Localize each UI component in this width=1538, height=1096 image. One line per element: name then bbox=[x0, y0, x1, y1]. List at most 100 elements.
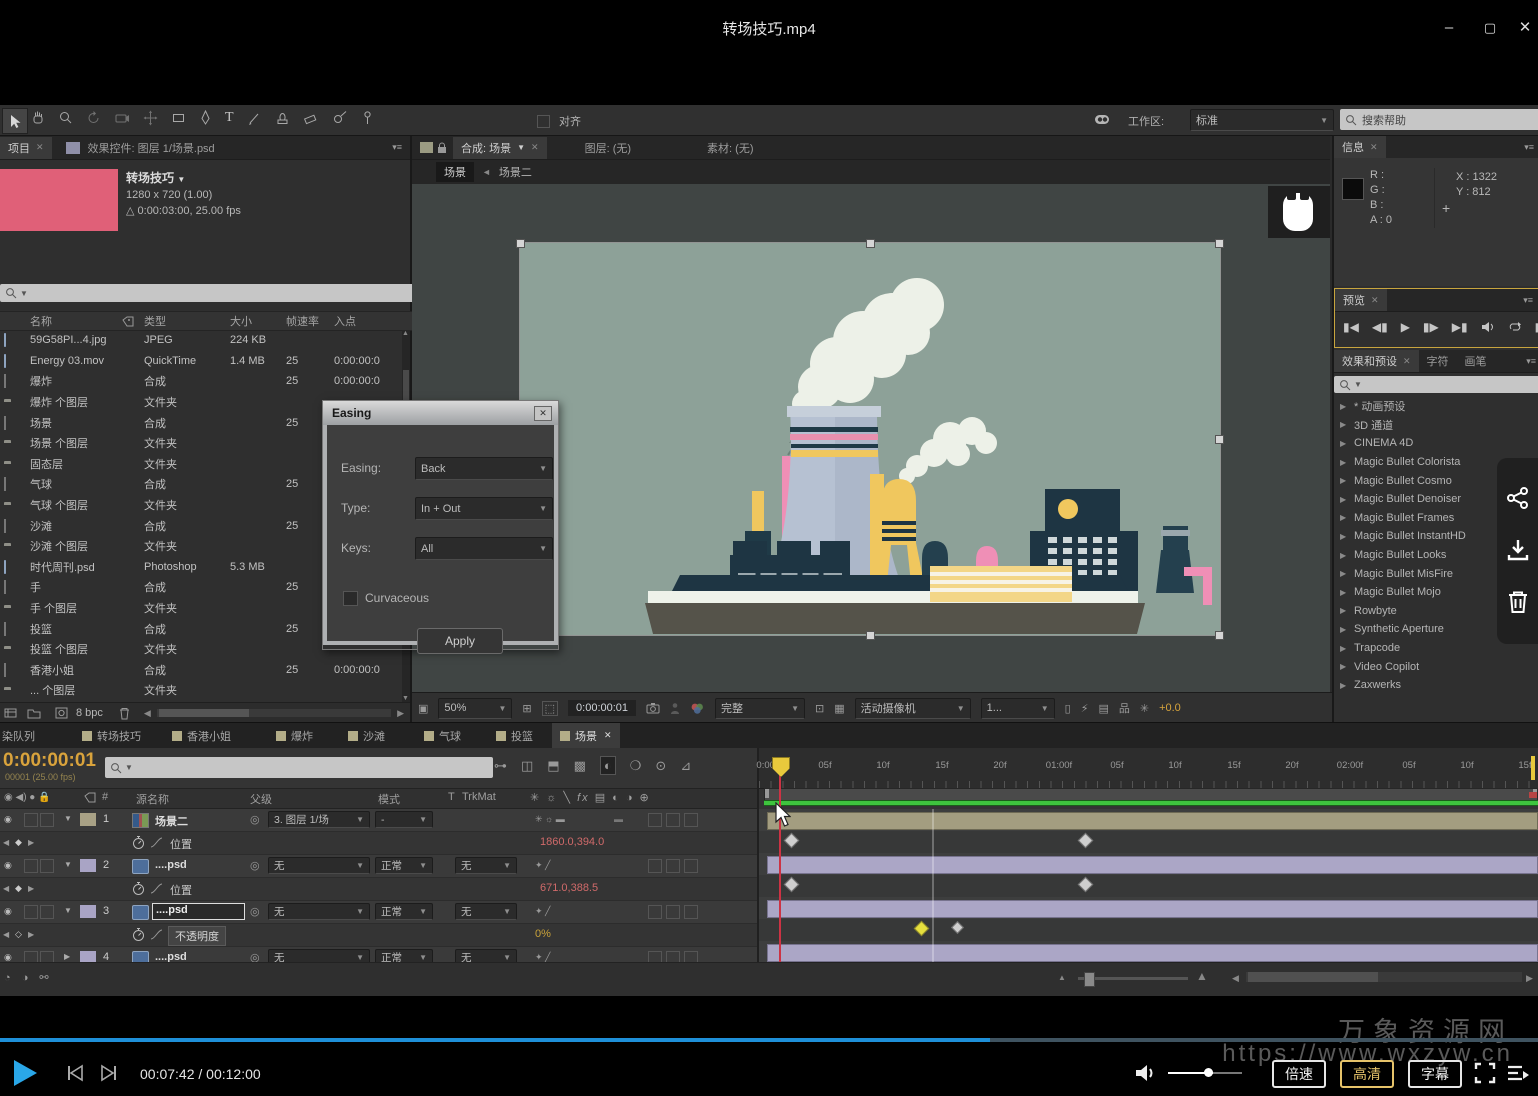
comp-image[interactable] bbox=[520, 243, 1220, 635]
speed-button[interactable]: 倍速 bbox=[1272, 1060, 1326, 1088]
puppet-pin-tool-icon[interactable] bbox=[361, 110, 374, 126]
resolution-dropdown[interactable]: 完整▼ bbox=[715, 698, 805, 719]
subtitle-button[interactable]: 字幕 bbox=[1408, 1060, 1462, 1088]
keys-dropdown[interactable]: All▼ bbox=[415, 537, 553, 560]
project-bpc[interactable]: 8 bpc bbox=[76, 707, 103, 719]
effects-search-input[interactable]: ▼ bbox=[1334, 376, 1538, 393]
source-name-column[interactable]: 源名称 bbox=[136, 791, 169, 807]
item-name[interactable]: 爆炸 个图层 bbox=[30, 394, 122, 410]
tab-footage[interactable]: 素材: (无) bbox=[699, 137, 761, 159]
kf-next-icon[interactable]: ▶ bbox=[28, 838, 34, 847]
col-size[interactable]: 大小 bbox=[230, 313, 286, 329]
new-comp-icon[interactable] bbox=[55, 707, 68, 719]
close-button[interactable]: ✕ bbox=[1512, 16, 1538, 40]
breadcrumb-parent[interactable]: 场景二 bbox=[499, 164, 532, 180]
expand-arrow-icon[interactable]: ▶ bbox=[1334, 606, 1354, 615]
zoom-out-mountain-icon[interactable]: ▲ bbox=[1058, 973, 1066, 982]
hscroll-right-icon[interactable]: ▶ bbox=[397, 708, 404, 719]
easing-close-icon[interactable]: ✕ bbox=[534, 406, 552, 421]
timeline-timecode[interactable]: 0:00:00:01 bbox=[3, 750, 96, 772]
prev-video-button[interactable] bbox=[66, 1064, 86, 1082]
pickwhip-icon[interactable]: ◎ bbox=[250, 905, 260, 918]
draft3d-icon[interactable]: ◫ bbox=[521, 758, 533, 774]
brush-tool-icon[interactable] bbox=[247, 110, 262, 126]
item-name[interactable]: 投篮 bbox=[30, 621, 122, 637]
next-frame-icon[interactable]: ▮▶ bbox=[1423, 320, 1439, 334]
parent-dropdown[interactable]: 无▼ bbox=[268, 903, 370, 920]
transparency-grid-icon[interactable]: ▦ bbox=[834, 702, 844, 715]
align-toggle[interactable]: 对齐 bbox=[537, 113, 581, 129]
project-item-row[interactable]: 爆炸 合成 25 0:00:00:0 bbox=[0, 371, 402, 392]
kf-prev-icon[interactable]: ◀ bbox=[3, 930, 9, 939]
project-item-row[interactable]: Energy 03.mov QuickTime 1.4 MB 25 0:00:0… bbox=[0, 351, 402, 372]
eye-icon[interactable]: ◉ bbox=[4, 814, 12, 825]
mode-column[interactable]: 模式 bbox=[378, 791, 400, 807]
play-icon[interactable]: ▶ bbox=[1401, 320, 1410, 334]
viewer-timecode[interactable]: 0:00:00:01 bbox=[568, 700, 636, 716]
tl-scroll-right-icon[interactable]: ▶ bbox=[1526, 973, 1533, 984]
camera-dropdown[interactable]: 活动摄像机▼ bbox=[855, 698, 971, 719]
comp-name-line[interactable]: 转场技巧 ▼ bbox=[126, 169, 241, 186]
motion-blur-icon[interactable]: ◐ bbox=[600, 756, 616, 775]
selection-handle[interactable] bbox=[866, 239, 875, 248]
effects-tree-item[interactable]: ▶ Zaxwerks bbox=[1334, 676, 1538, 695]
tab-preview[interactable]: 预览✕ bbox=[1335, 289, 1387, 311]
maximize-button[interactable]: ▢ bbox=[1477, 16, 1503, 40]
volume-slider[interactable] bbox=[1168, 1072, 1242, 1074]
mode-dropdown[interactable]: 正常▼ bbox=[375, 903, 433, 920]
trash-icon[interactable] bbox=[119, 707, 130, 720]
first-frame-icon[interactable]: ▮◀ bbox=[1343, 320, 1359, 334]
expand-arrow-icon[interactable]: ▶ bbox=[1334, 681, 1354, 690]
parent-dropdown[interactable]: 3. 图层 1/场▼ bbox=[268, 811, 370, 828]
item-name[interactable]: ... 个图层 bbox=[30, 682, 122, 698]
playlist-icon[interactable] bbox=[1506, 1064, 1530, 1082]
col-label-icon[interactable] bbox=[122, 316, 144, 327]
item-name[interactable]: 时代周刊.psd bbox=[30, 559, 122, 575]
pickwhip-icon[interactable]: ◎ bbox=[250, 813, 260, 826]
layer-color-swatch[interactable] bbox=[80, 859, 96, 872]
kf-prev-icon[interactable]: ◀ bbox=[3, 884, 9, 893]
item-name[interactable]: 爆炸 bbox=[30, 373, 122, 389]
expand-arrow-icon[interactable]: ▶ bbox=[1334, 662, 1354, 671]
panel-menu-icon[interactable]: ▾≡ bbox=[1524, 142, 1534, 153]
trkmat-dropdown[interactable]: 无▼ bbox=[455, 857, 517, 874]
pan-behind-tool-icon[interactable] bbox=[143, 110, 158, 126]
pixel-aspect-icon[interactable]: ▯ bbox=[1065, 702, 1071, 715]
mode-dropdown[interactable]: -▼ bbox=[375, 811, 433, 828]
expand-arrow-icon[interactable]: ▶ bbox=[1334, 439, 1354, 448]
eraser-tool-icon[interactable] bbox=[303, 110, 319, 126]
show-snapshot-icon[interactable] bbox=[670, 702, 680, 715]
item-name[interactable]: 手 个图层 bbox=[30, 600, 122, 616]
expand-arrow-icon[interactable]: ▶ bbox=[1334, 625, 1354, 634]
comp-flowchart-icon[interactable]: ⊶ bbox=[494, 758, 507, 774]
project-item-row[interactable]: ... 个图层 文件夹 bbox=[0, 680, 402, 701]
selection-handle[interactable] bbox=[866, 631, 875, 640]
hscroll-left-icon[interactable]: ◀ bbox=[144, 708, 151, 719]
view-layout-dropdown[interactable]: 1...▼ bbox=[981, 698, 1055, 719]
loop-icon[interactable] bbox=[1508, 321, 1522, 333]
property-row-opacity[interactable]: ◀ ◇ ▶ 不透明度 0% bbox=[0, 924, 757, 947]
kf-prev-icon[interactable]: ◀ bbox=[3, 838, 9, 847]
eye-icon[interactable]: ◉ bbox=[4, 906, 12, 917]
tab-info[interactable]: 信息✕ bbox=[1334, 136, 1386, 158]
stopwatch-icon[interactable] bbox=[132, 927, 145, 942]
item-name[interactable]: 投篮 个图层 bbox=[30, 641, 122, 657]
time-ruler[interactable]: 0:00f 05f 10f 15f 20f 01:00f 05f 10f bbox=[759, 748, 1538, 789]
workspace-dropdown[interactable]: 标准▼ bbox=[1190, 109, 1334, 131]
expand-arrow-icon[interactable]: ▶ bbox=[1334, 513, 1354, 522]
pen-tool-icon[interactable] bbox=[199, 110, 212, 126]
audio-icon[interactable] bbox=[1481, 321, 1495, 333]
graph-editor-icon[interactable]: ⊿ bbox=[680, 758, 691, 774]
hd-button[interactable]: 高清 bbox=[1340, 1060, 1394, 1088]
expand-arrow-icon[interactable]: ▶ bbox=[1334, 569, 1354, 578]
panel-menu-icon[interactable]: ▾≡ bbox=[392, 142, 402, 153]
clone-stamp-tool-icon[interactable] bbox=[275, 110, 290, 126]
property-name[interactable]: 位置 bbox=[170, 882, 192, 898]
property-value[interactable]: 671.0,388.5 bbox=[540, 882, 598, 894]
pickwhip-icon[interactable]: ◎ bbox=[250, 859, 260, 872]
timeline-tab-active[interactable]: 场景 ✕ bbox=[552, 723, 620, 748]
col-type[interactable]: 类型 bbox=[144, 313, 230, 329]
progress-track[interactable] bbox=[0, 1038, 1538, 1042]
parent-column[interactable]: 父级 bbox=[250, 791, 272, 807]
tab-character[interactable]: 字符 bbox=[1419, 350, 1457, 372]
